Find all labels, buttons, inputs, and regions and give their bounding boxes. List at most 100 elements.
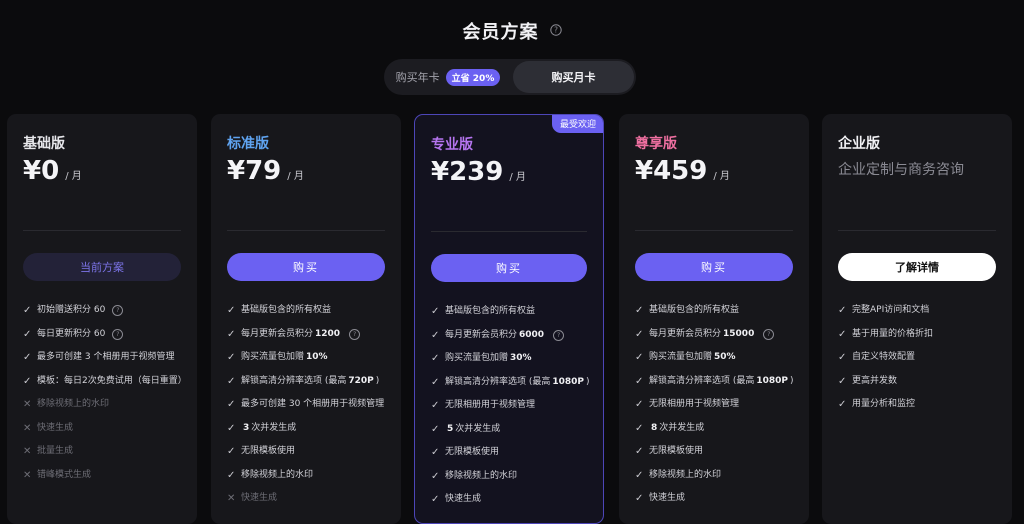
popular-badge: 最受欢迎 (551, 115, 603, 133)
feature-item: ✓ 每月更新会员积分 15000? (635, 328, 799, 341)
feature-text-bold: 50% (714, 352, 736, 362)
feature-item: ✓ 解锁高清分辨率选项 (最高 720P) (227, 375, 391, 388)
feature-item: ✓ 每月更新会员积分 6000? (431, 329, 593, 342)
plan-name: 企业版 (838, 136, 880, 152)
feature-text-pre: 无限模板使用 (649, 446, 704, 456)
feature-text-pre: 批量生成 (37, 446, 74, 456)
feature-text-pre: 每月更新会员积分 (241, 328, 314, 339)
divider (838, 230, 996, 231)
feature-text-bold: 720P (348, 375, 374, 386)
feature-item: ✕ 快速生成 (23, 422, 187, 435)
feature-text-pre: 基础版包含的所有权益 (241, 305, 332, 315)
help-icon[interactable]: ? (763, 328, 775, 340)
buy-button-standard[interactable]: 购买 (227, 253, 385, 281)
price-unit: / 月 (509, 172, 526, 183)
feature-text-pre: 无限相册用于视频管理 (649, 399, 740, 409)
feature-text-pre: 无限相册用于视频管理 (445, 400, 536, 410)
feature-text-pre: 移除视频上的水印 (241, 469, 314, 480)
cross-icon: ✕ (23, 446, 32, 457)
feature-text: 无限模板使用 (241, 445, 295, 458)
check-icon: ✓ (227, 399, 236, 410)
yearly-tab-label: 购买年卡 (395, 71, 440, 84)
feature-text-pre: 更高并发数 (852, 375, 898, 386)
divider (23, 230, 181, 231)
help-icon[interactable]: ? (112, 305, 124, 316)
feature-text: 快速生成 (241, 492, 277, 505)
feature-item: ✓ 8 次并发生成 (635, 422, 799, 435)
help-icon[interactable]: ? (553, 329, 565, 341)
feature-text: 模板：每日2次免费试用（每日重置） (37, 375, 187, 388)
feature-text-pre: 解锁高清分辨率选项 (最高 (445, 376, 551, 387)
plan-price: ¥239 / 月 (431, 157, 526, 187)
feature-text: 解锁高清分辨率选项 (最高 1080P) (445, 376, 590, 389)
check-icon: ✓ (635, 328, 644, 340)
feature-text: 8 次并发生成 (649, 422, 704, 435)
feature-text: 无限相册用于视频管理 (445, 399, 535, 412)
help-icon[interactable]: ? (549, 21, 562, 40)
learn-more-button[interactable]: 了解详情 (838, 253, 996, 281)
feature-text-post: 次并发生成 (455, 423, 501, 434)
feature-text-pre: 用量分析和监控 (852, 399, 916, 409)
feature-text-pre: 解锁高清分辨率选项 (最高 (649, 375, 755, 386)
page-title: 会员方案 (462, 22, 539, 43)
feature-text-pre: 基础版包含的所有权益 (445, 306, 536, 316)
check-icon: ✓ (838, 375, 847, 387)
feature-item: ✓ 自定义特效配置 (838, 351, 1002, 364)
current-plan-button[interactable]: 当前方案 (23, 253, 181, 281)
check-icon: ✓ (227, 328, 236, 340)
feature-item: ✕ 移除视频上的水印 (23, 398, 187, 411)
feature-item: ✓ 购买流量包加赠 30% (431, 352, 593, 365)
check-icon: ✓ (227, 352, 236, 363)
plan-name: 标准版 (227, 136, 269, 152)
feature-item: ✓ 无限相册用于视频管理 (431, 399, 593, 412)
help-icon[interactable]: ? (349, 328, 361, 340)
check-icon: ✓ (227, 305, 236, 316)
feature-list: ✓ 基础版包含的所有权益 ✓ 每月更新会员积分 6000? ✓ 购买流量包加赠 30% ✓ 解锁高… (431, 305, 593, 517)
plan-price: ¥0 / 月 (23, 156, 82, 186)
plan-name: 尊享版 (635, 136, 677, 152)
feature-text-bold: 1080P (552, 376, 585, 387)
feature-text: 快速生成 (37, 422, 73, 435)
divider (227, 230, 385, 231)
check-icon: ✓ (635, 352, 644, 363)
feature-text-pre: 完整API访问和文档 (852, 305, 930, 315)
plan-card-standard: 标准版 ¥79 / 月 购买 ✓ 基础版包含的所有权益 ✓ 每月更新会员积分 1200?… (211, 114, 401, 524)
help-icon[interactable]: ? (112, 328, 124, 340)
check-icon: ✓ (635, 493, 644, 504)
feature-item: ✓ 移除视频上的水印 (635, 469, 799, 482)
feature-text: 移除视频上的水印 (445, 470, 517, 483)
feature-text-post: 次并发生成 (251, 422, 297, 433)
feature-item: ✓ 模板：每日2次免费试用（每日重置） (23, 375, 187, 388)
feature-text: 错峰模式生成 (37, 469, 91, 482)
feature-item: ✓ 解锁高清分辨率选项 (最高 1080P) (431, 376, 593, 389)
feature-text: 完整API访问和文档 (852, 304, 929, 317)
feature-text: 初始赠送积分 60? (37, 304, 124, 317)
cross-icon: ✕ (23, 399, 32, 410)
buy-button-premium[interactable]: 购买 (635, 253, 793, 281)
feature-text: 基础版包含的所有权益 (241, 304, 331, 317)
plan-subtitle: 企业定制与商务咨询 (838, 162, 964, 178)
feature-text-post: 次并发生成 (659, 422, 705, 433)
feature-text-pre: 每月更新会员积分 (445, 329, 518, 340)
feature-text-bold: 3 (243, 422, 250, 433)
check-icon: ✓ (635, 422, 644, 434)
feature-text: 基于用量的价格折扣 (852, 328, 933, 341)
feature-text-post: ) (586, 376, 590, 387)
price-amount: ¥0 (23, 156, 60, 186)
feature-item: ✓ 无限相册用于视频管理 (635, 398, 799, 411)
feature-text-pre: 初始赠送积分 60 (37, 305, 106, 315)
yearly-tab[interactable]: 购买年卡 立省 20% (384, 59, 512, 95)
check-icon: ✓ (227, 375, 236, 387)
feature-item: ✓ 5 次并发生成 (431, 423, 593, 436)
feature-item: ✓ 每月更新会员积分 1200? (227, 328, 391, 341)
feature-item: ✓ 快速生成 (431, 493, 593, 506)
monthly-tab[interactable]: 购买月卡 (513, 61, 634, 93)
feature-text-bold: 8 (651, 422, 658, 433)
feature-text-bold: 5 (447, 423, 454, 434)
check-icon: ✓ (431, 447, 440, 458)
discount-badge: 立省 20% (445, 68, 501, 86)
feature-text: 最多可创建 30 个相册用于视频管理 (241, 398, 384, 411)
cross-icon: ✕ (23, 422, 32, 434)
buy-button-pro[interactable]: 购买 (431, 254, 587, 282)
feature-text-bold: 15000 (723, 328, 755, 339)
